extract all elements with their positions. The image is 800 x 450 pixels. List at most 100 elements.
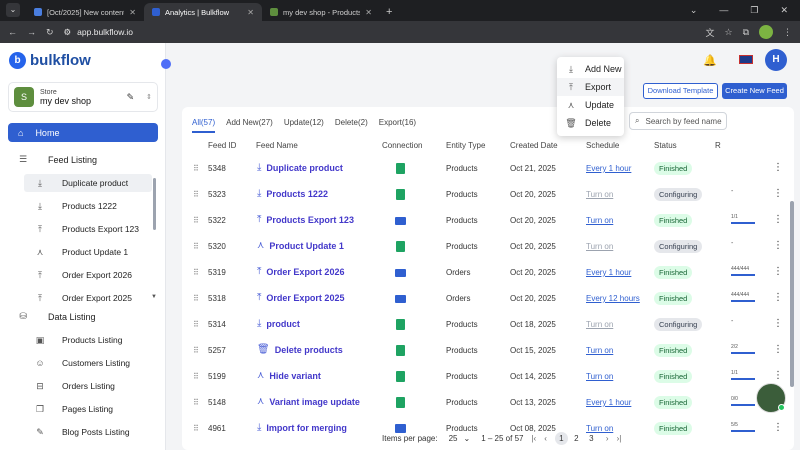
dropdown-item-add-new[interactable]: ⤓ Add New [557,60,624,78]
search-box[interactable]: ⌕ Search by feed name [629,112,727,130]
table-row[interactable]: ⠿ 5199 ⋏ Hide variant Products Oct 14, 2025 Tu… [182,364,783,390]
schedule-link[interactable]: Turn on [586,242,613,251]
feed-name-link[interactable]: ⋏ Hide variant [257,370,321,381]
profile-avatar[interactable] [759,25,773,39]
feed-name-link[interactable]: ⤓ Duplicate product [257,162,343,173]
drag-handle-icon[interactable]: ⠿ [193,216,199,225]
reload-icon[interactable]: ↻ [46,27,54,38]
tab-close-icon[interactable]: ✕ [247,8,254,17]
schedule-link[interactable]: Turn on [586,216,613,225]
filter-tab[interactable]: Update(12) [284,118,324,133]
drag-handle-icon[interactable]: ⠿ [193,372,199,381]
prev-page-icon[interactable]: ‹ [544,434,547,443]
nav-feed-listing[interactable]: ☰ Feed Listing [17,154,97,165]
search-input[interactable]: Search by feed name [645,117,721,126]
schedule-link[interactable]: Every 12 hours [586,294,640,303]
drag-handle-icon[interactable]: ⠿ [193,320,199,329]
sidebar-scrollbar[interactable] [153,178,156,230]
schedule-link[interactable]: Turn on [586,190,613,199]
feed-name-link[interactable]: ⋏ Variant image update [257,396,360,407]
chevron-updown-icon[interactable]: ⇕ [146,93,152,101]
schedule-link[interactable]: Every 1 hour [586,398,631,407]
tab-list-icon[interactable]: ⌄ [690,5,698,16]
sidebar-scroll-down-icon[interactable]: ▼ [151,294,157,300]
row-menu-icon[interactable]: ⋮ [773,292,783,303]
forward-icon[interactable]: → [27,27,36,37]
sidebar-feed-item[interactable]: ⤓ Duplicate product [24,174,152,192]
filter-tab[interactable]: Add New(27) [226,118,273,133]
page-button[interactable]: 3 [585,432,598,445]
next-page-icon[interactable]: › [606,434,609,443]
minimize-icon[interactable]: — [719,5,728,16]
first-page-icon[interactable]: |‹ [531,434,536,443]
last-page-icon[interactable]: ›| [617,434,622,443]
drag-handle-icon[interactable]: ⠿ [193,424,199,433]
sidebar-collapse-toggle[interactable] [161,59,171,69]
edit-pencil-icon[interactable]: ✎ [127,92,135,103]
feed-name-link[interactable]: ⤒ Products Export 123 [257,214,354,225]
row-menu-icon[interactable]: ⋮ [773,318,783,329]
row-menu-icon[interactable]: ⋮ [773,240,783,251]
close-window-icon[interactable]: ✕ [780,5,788,16]
extensions-icon[interactable]: ⧉ [743,27,749,38]
feed-name-link[interactable]: 🗑 Delete products [257,344,343,355]
user-avatar[interactable]: H [765,49,787,71]
filter-tab[interactable]: Export(16) [379,118,416,133]
dropdown-item-delete[interactable]: 🗑 Delete [557,114,624,132]
table-row[interactable]: ⠿ 5257 🗑 Delete products Products Oct 15, 202… [182,338,783,364]
tab-search-icon[interactable]: ⌄ [6,3,20,17]
dropdown-item-export[interactable]: ⤒ Export [557,78,624,96]
browser-tab[interactable]: [Oct/2025] New content - Ha M ✕ [26,3,144,21]
site-info-icon[interactable]: ⚙ [64,27,72,38]
filter-tab[interactable]: All(57) [192,118,216,133]
dropdown-item-update[interactable]: ⋏ Update [557,96,624,114]
create-new-feed-button[interactable]: Create New Feed [722,83,787,99]
back-icon[interactable]: ← [8,27,17,37]
browser-menu-icon[interactable]: ⋮ [783,27,792,38]
nav-home[interactable]: ⌂ Home [8,123,158,142]
new-tab-icon[interactable]: + [386,6,392,18]
schedule-link[interactable]: Turn on [586,320,613,329]
sidebar-feed-item[interactable]: ⤒ Order Export 2025 [24,289,152,307]
drag-handle-icon[interactable]: ⠿ [193,242,199,251]
feed-name-link[interactable]: ⤒ Order Export 2025 [257,292,344,303]
feed-name-link[interactable]: ⤓ product [257,318,300,329]
page-button[interactable]: 1 [554,432,568,445]
nav-data-listing[interactable]: ⛁ Data Listing [17,311,95,322]
sidebar-data-item[interactable]: ❐ Pages Listing [24,400,152,418]
brand-logo[interactable]: b bulkflow [9,52,91,69]
table-row[interactable]: ⠿ 5348 ⤓ Duplicate product Products Oct 21, 2… [182,156,783,182]
table-row[interactable]: ⠿ 5318 ⤒ Order Export 2025 Orders Oct 20, 202… [182,286,783,312]
schedule-link[interactable]: Turn on [586,346,613,355]
feed-name-link[interactable]: ⋏ Product Update 1 [257,240,344,251]
browser-tab[interactable]: Analytics | Bulkflow ✕ [144,3,262,21]
row-menu-icon[interactable]: ⋮ [773,422,783,433]
bookmark-star-icon[interactable]: ☆ [724,27,732,38]
sidebar-data-item[interactable]: ▣ Products Listing [24,331,152,349]
per-page-select[interactable]: 25 ⌄ [446,434,474,443]
support-chat-avatar[interactable] [756,383,786,413]
page-button[interactable]: 2 [570,432,583,445]
schedule-link[interactable]: Turn on [586,372,613,381]
drag-handle-icon[interactable]: ⠿ [193,398,199,407]
maximize-icon[interactable]: ❐ [750,5,758,16]
download-template-button[interactable]: Download Template [643,83,718,99]
drag-handle-icon[interactable]: ⠿ [193,190,199,199]
uk-flag-icon[interactable] [739,55,753,64]
table-row[interactable]: ⠿ 5320 ⋏ Product Update 1 Products Oct 20, 20… [182,234,783,260]
sidebar-data-item[interactable]: ☺ Customers Listing [24,354,152,372]
drag-handle-icon[interactable]: ⠿ [193,346,199,355]
row-menu-icon[interactable]: ⋮ [773,162,783,173]
sidebar-feed-item[interactable]: ⋏ Product Update 1 [24,243,152,261]
tab-close-icon[interactable]: ✕ [365,8,372,17]
feed-name-link[interactable]: ⤓ Import for merging [257,422,347,433]
notification-bell-icon[interactable]: 🔔 [703,54,717,67]
row-menu-icon[interactable]: ⋮ [773,344,783,355]
url-field[interactable]: ⚙ app.bulkflow.io [64,27,133,38]
sidebar-data-item[interactable]: ✎ Blog Posts Listing [24,423,152,441]
sidebar-data-item[interactable]: ⊟ Orders Listing [24,377,152,395]
translate-icon[interactable]: 文 [705,26,714,39]
table-row[interactable]: ⠿ 5323 ⤓ Products 1222 Products Oct 20, 2025 T… [182,182,783,208]
filter-tab[interactable]: Delete(2) [335,118,368,133]
schedule-link[interactable]: Every 1 hour [586,268,631,277]
